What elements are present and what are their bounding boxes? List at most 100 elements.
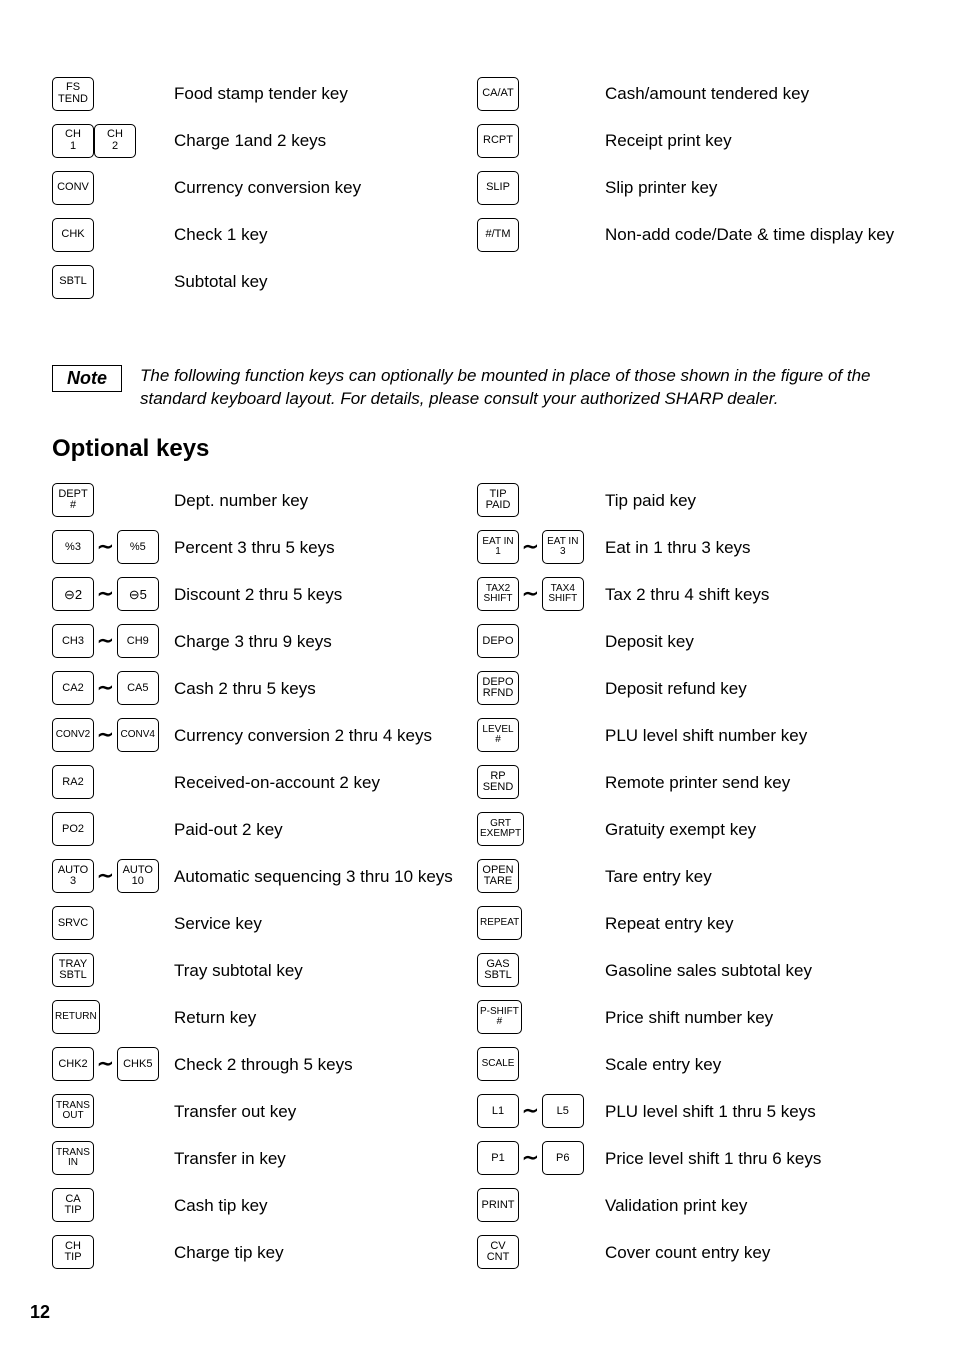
key-description: Cash/amount tendered key [605, 83, 815, 104]
keycap-line: %3 [65, 542, 81, 554]
keycap-line: TARE [484, 876, 513, 888]
keycap: REPEAT [477, 906, 522, 940]
keys-area: LEVEL# [477, 712, 605, 759]
key-description: Transfer out key [174, 1101, 302, 1122]
key-description: Gratuity exempt key [605, 819, 762, 840]
keycap: %3 [52, 530, 94, 564]
keycap-line: TIP [64, 1205, 81, 1217]
keycap: CATIP [52, 1188, 94, 1222]
key-row: GASSBTLGasoline sales subtotal key [477, 947, 902, 994]
keycap-line: L5 [557, 1106, 569, 1118]
key-row: CA/AT Cash/amount tendered key [477, 70, 902, 117]
keycap: L1 [477, 1094, 519, 1128]
keycap: PO2 [52, 812, 94, 846]
thru-tilde-icon: ∼ [522, 584, 539, 604]
thru-tilde-icon: ∼ [97, 537, 114, 557]
keycap-line: 1 [70, 141, 76, 153]
keycap: AUTO10 [117, 859, 159, 893]
keycap-line: SHIFT [484, 594, 513, 605]
keys-area: EAT IN1∼EAT IN3 [477, 524, 605, 571]
keycap: DEPO [477, 624, 519, 658]
key-description: Tare entry key [605, 866, 718, 887]
key-row: CHK2∼CHK5Check 2 through 5 keys [52, 1041, 477, 1088]
key-description: PLU level shift 1 thru 5 keys [605, 1101, 822, 1122]
page-number: 12 [30, 1302, 902, 1323]
key-description: Check 2 through 5 keys [174, 1054, 359, 1075]
keycap-line: FS [66, 82, 80, 94]
key-row: FSTENDFood stamp tender key [52, 70, 477, 117]
keycap: SLIP [477, 171, 519, 205]
keycap: P1 [477, 1141, 519, 1175]
keys-area: RCPT [477, 117, 605, 164]
keycap-line: CONV4 [121, 730, 155, 741]
key-description: Service key [174, 913, 268, 934]
keycap-line: CONV [57, 182, 89, 194]
thru-tilde-icon: ∼ [97, 678, 114, 698]
keys-area: #/TM [477, 211, 605, 258]
key-row: TRANSINTransfer in key [52, 1135, 477, 1182]
keys-area: SLIP [477, 164, 605, 211]
keycap: GRTEXEMPT [477, 812, 524, 846]
keys-area: RPSEND [477, 759, 605, 806]
keys-area: REPEAT [477, 900, 605, 947]
keycap: ⊖2 [52, 577, 94, 611]
key-row: RA2 Received-on-account 2 key [52, 759, 477, 806]
keycap-line: CHK [61, 229, 84, 241]
keys-area: OPENTARE [477, 853, 605, 900]
key-row: P1∼P6Price level shift 1 thru 6 keys [477, 1135, 902, 1182]
key-row: #/TMNon-add code/Date & time display key [477, 211, 902, 258]
keycap-line: RCPT [483, 135, 513, 147]
keycap: PRINT [477, 1188, 519, 1222]
keycap: FSTEND [52, 77, 94, 111]
key-description: Discount 2 thru 5 keys [174, 584, 348, 605]
key-row: CH3∼CH9Charge 3 thru 9 keys [52, 618, 477, 665]
keycap-line: CHK5 [123, 1059, 152, 1071]
thru-tilde-icon: ∼ [522, 1148, 539, 1168]
keycap: DEPORFND [477, 671, 519, 705]
keycap-line: SBTL [59, 970, 87, 982]
keycap: CVCNT [477, 1235, 519, 1269]
keys-area: CONV [52, 164, 174, 211]
keycap-line: CHK2 [58, 1059, 87, 1071]
key-description: Currency conversion key [174, 177, 367, 198]
key-description: Received-on-account 2 key [174, 772, 386, 793]
keycap: CONV4 [117, 718, 159, 752]
key-description: Dept. number key [174, 490, 314, 511]
key-row: CA2∼CA5Cash 2 thru 5 keys [52, 665, 477, 712]
key-row: SCALEScale entry key [477, 1041, 902, 1088]
keys-area: GASSBTL [477, 947, 605, 994]
keycap: TRANSIN [52, 1141, 94, 1175]
keycap: RCPT [477, 124, 519, 158]
keycap: TIPPAID [477, 483, 519, 517]
keycap: RA2 [52, 765, 94, 799]
keycap-line: CH [65, 129, 81, 141]
keycap-line: PRINT [482, 1200, 515, 1212]
key-row: CH1CH2Charge 1and 2 keys [52, 117, 477, 164]
key-row: P-SHIFT#Price shift number key [477, 994, 902, 1041]
keycap-line: 2 [112, 141, 118, 153]
keys-area: GRTEXEMPT [477, 806, 605, 853]
keycap-line: 1 [495, 547, 501, 558]
keycap: TRANSOUT [52, 1094, 94, 1128]
keycap: CHK2 [52, 1047, 94, 1081]
key-description: Eat in 1 thru 3 keys [605, 537, 757, 558]
keycap: SRVC [52, 906, 94, 940]
keycap: %5 [117, 530, 159, 564]
keys-area: TRAYSBTL [52, 947, 174, 994]
keys-area: SBTL [52, 258, 174, 305]
key-description: Charge 3 thru 9 keys [174, 631, 338, 652]
keycap: CA/AT [477, 77, 519, 111]
keycap: CHTIP [52, 1235, 94, 1269]
keycap-line: TEND [58, 94, 88, 106]
key-row: DEPT# Dept. number key [52, 477, 477, 524]
keycap: TRAYSBTL [52, 953, 94, 987]
keycap: TAX2SHIFT [477, 577, 519, 611]
keycap: CA2 [52, 671, 94, 705]
key-description: Tax 2 thru 4 shift keys [605, 584, 775, 605]
key-description: Validation print key [605, 1195, 753, 1216]
key-row: PO2Paid-out 2 key [52, 806, 477, 853]
keycap: DEPT# [52, 483, 94, 517]
keycap-line: CH3 [62, 636, 84, 648]
key-row: SLIPSlip printer key [477, 164, 902, 211]
key-description: Return key [174, 1007, 262, 1028]
